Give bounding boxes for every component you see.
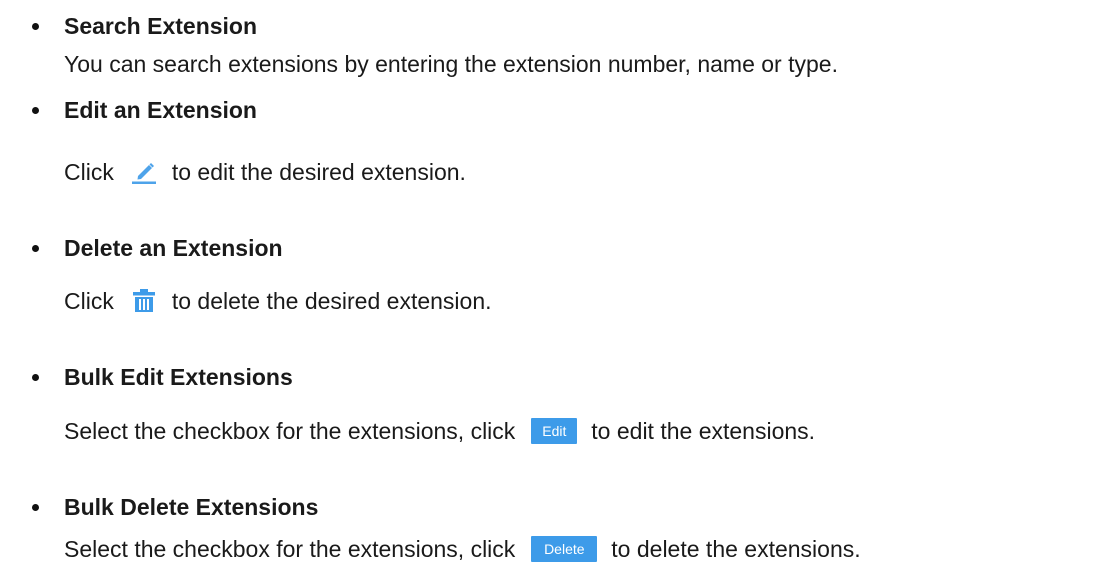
description-text-after: to delete the desired extension. <box>171 288 492 314</box>
trash-icon[interactable] <box>130 287 158 315</box>
bullet <box>32 374 39 381</box>
bullet <box>32 245 39 252</box>
description-text-before: Select the checkbox for the extensions, … <box>64 418 516 444</box>
item-heading: Bulk Edit Extensions <box>64 364 293 390</box>
item-description: Click to delete the desired extension. <box>64 287 492 315</box>
description-text-before: Click <box>64 288 114 314</box>
description-text-before: Click <box>64 159 114 185</box>
item-heading: Edit an Extension <box>64 97 257 123</box>
item-description: Click to edit the desired extension. <box>64 158 466 186</box>
description-text-after: to edit the extensions. <box>591 418 816 444</box>
bullet <box>32 504 39 511</box>
item-heading: Bulk Delete Extensions <box>64 494 319 520</box>
edit-button[interactable]: Edit <box>531 418 578 444</box>
pencil-icon[interactable] <box>130 158 158 186</box>
description-text-after: to edit the desired extension. <box>171 159 466 185</box>
item-heading: Delete an Extension <box>64 235 283 261</box>
delete-button[interactable]: Delete <box>531 536 598 562</box>
bullet <box>32 23 39 30</box>
description-text-before: Select the checkbox for the extensions, … <box>64 536 516 562</box>
item-heading: Search Extension <box>64 13 258 39</box>
bullet <box>32 107 39 114</box>
item-description: You can search extensions by entering th… <box>64 50 838 78</box>
description-text: You can search extensions by entering th… <box>64 51 838 77</box>
item-description: Select the checkbox for the extensions, … <box>64 417 815 445</box>
item-description: Select the checkbox for the extensions, … <box>64 535 861 563</box>
description-text-after: to delete the extensions. <box>611 536 861 562</box>
